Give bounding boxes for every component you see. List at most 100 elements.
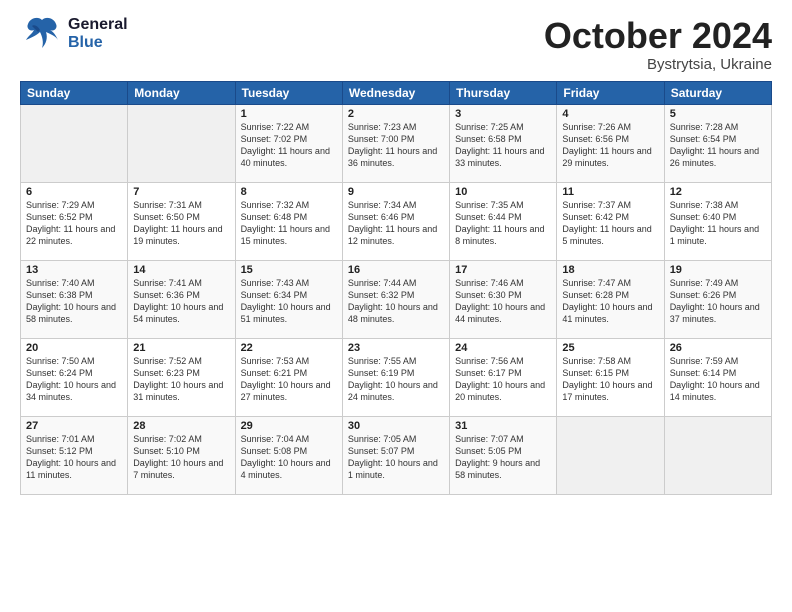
day-number: 6 [26, 186, 122, 198]
table-row: 28 Sunrise: 7:02 AMSunset: 5:10 PMDayligh… [128, 416, 235, 494]
col-tuesday: Tuesday [235, 81, 342, 104]
day-number: 29 [241, 420, 337, 432]
calendar-week-row: 13Sunrise: 7:40 AMSunset: 6:38 PMDayligh… [21, 260, 772, 338]
day-info: Sunrise: 7:05 AMSunset: 5:07 PMDaylight:… [348, 434, 438, 480]
table-row: 1 Sunrise: 7:22 AMSunset: 7:02 PMDaylight… [235, 104, 342, 182]
day-number: 25 [562, 342, 658, 354]
day-info: Sunrise: 7:38 AMSunset: 6:40 PMDaylight:… [670, 200, 759, 246]
day-number: 7 [133, 186, 229, 198]
calendar-week-row: 20Sunrise: 7:50 AMSunset: 6:24 PMDayligh… [21, 338, 772, 416]
day-info: Sunrise: 7:23 AMSunset: 7:00 PMDaylight:… [348, 122, 437, 168]
calendar-location: Bystrytsia, Ukraine [544, 56, 772, 73]
day-number: 13 [26, 264, 122, 276]
day-number: 3 [455, 108, 551, 120]
table-row: 16Sunrise: 7:44 AMSunset: 6:32 PMDayligh… [342, 260, 449, 338]
day-number: 8 [241, 186, 337, 198]
day-info: Sunrise: 7:02 AMSunset: 5:10 PMDaylight:… [133, 434, 223, 480]
day-info: Sunrise: 7:34 AMSunset: 6:46 PMDaylight:… [348, 200, 437, 246]
day-info: Sunrise: 7:37 AMSunset: 6:42 PMDaylight:… [562, 200, 651, 246]
day-info: Sunrise: 7:28 AMSunset: 6:54 PMDaylight:… [670, 122, 759, 168]
day-number: 22 [241, 342, 337, 354]
table-row: 5Sunrise: 7:28 AMSunset: 6:54 PMDaylight… [664, 104, 771, 182]
logo: General Blue [20, 16, 128, 52]
calendar-title: October 2024 [544, 16, 772, 56]
table-row: 27 Sunrise: 7:01 AMSunset: 5:12 PMDayligh… [21, 416, 128, 494]
day-number: 28 [133, 420, 229, 432]
logo-general: General [68, 16, 128, 34]
col-wednesday: Wednesday [342, 81, 449, 104]
table-row: 3Sunrise: 7:25 AMSunset: 6:58 PMDaylight… [450, 104, 557, 182]
day-info: Sunrise: 7:52 AMSunset: 6:23 PMDaylight:… [133, 356, 223, 402]
day-number: 14 [133, 264, 229, 276]
day-number: 1 [241, 108, 337, 120]
col-saturday: Saturday [664, 81, 771, 104]
col-friday: Friday [557, 81, 664, 104]
day-info: Sunrise: 7:47 AMSunset: 6:28 PMDaylight:… [562, 278, 652, 324]
day-info: Sunrise: 7:49 AMSunset: 6:26 PMDaylight:… [670, 278, 760, 324]
day-info: Sunrise: 7:58 AMSunset: 6:15 PMDaylight:… [562, 356, 652, 402]
day-info: Sunrise: 7:29 AMSunset: 6:52 PMDaylight:… [26, 200, 115, 246]
day-info: Sunrise: 7:43 AMSunset: 6:34 PMDaylight:… [241, 278, 331, 324]
day-info: Sunrise: 7:01 AMSunset: 5:12 PMDaylight:… [26, 434, 116, 480]
table-row: 19 Sunrise: 7:49 AMSunset: 6:26 PMDayligh… [664, 260, 771, 338]
table-row: 29 Sunrise: 7:04 AMSunset: 5:08 PMDayligh… [235, 416, 342, 494]
day-number: 21 [133, 342, 229, 354]
calendar-table: Sunday Monday Tuesday Wednesday Thursday… [20, 81, 772, 495]
table-row: 22 Sunrise: 7:53 AMSunset: 6:21 PMDayligh… [235, 338, 342, 416]
table-row: 6 Sunrise: 7:29 AMSunset: 6:52 PMDaylight… [21, 182, 128, 260]
day-number: 27 [26, 420, 122, 432]
col-sunday: Sunday [21, 81, 128, 104]
day-number: 18 [562, 264, 658, 276]
table-row: 12Sunrise: 7:38 AMSunset: 6:40 PMDayligh… [664, 182, 771, 260]
title-block: October 2024 Bystrytsia, Ukraine [544, 16, 772, 73]
day-info: Sunrise: 7:53 AMSunset: 6:21 PMDaylight:… [241, 356, 331, 402]
day-info: Sunrise: 7:46 AMSunset: 6:30 PMDaylight:… [455, 278, 545, 324]
day-info: Sunrise: 7:59 AMSunset: 6:14 PMDaylight:… [670, 356, 760, 402]
day-number: 17 [455, 264, 551, 276]
day-info: Sunrise: 7:07 AMSunset: 5:05 PMDaylight:… [455, 434, 540, 480]
page-header: General Blue October 2024 Bystrytsia, Uk… [20, 16, 772, 73]
table-row: 25 Sunrise: 7:58 AMSunset: 6:15 PMDayligh… [557, 338, 664, 416]
day-number: 4 [562, 108, 658, 120]
table-row: 13Sunrise: 7:40 AMSunset: 6:38 PMDayligh… [21, 260, 128, 338]
day-info: Sunrise: 7:26 AMSunset: 6:56 PMDaylight:… [562, 122, 651, 168]
table-row: 2 Sunrise: 7:23 AMSunset: 7:00 PMDaylight… [342, 104, 449, 182]
day-info: Sunrise: 7:55 AMSunset: 6:19 PMDaylight:… [348, 356, 438, 402]
day-info: Sunrise: 7:41 AMSunset: 6:36 PMDaylight:… [133, 278, 223, 324]
day-number: 31 [455, 420, 551, 432]
table-row: 23 Sunrise: 7:55 AMSunset: 6:19 PMDayligh… [342, 338, 449, 416]
table-row [664, 416, 771, 494]
table-row: 26 Sunrise: 7:59 AMSunset: 6:14 PMDayligh… [664, 338, 771, 416]
day-number: 10 [455, 186, 551, 198]
day-info: Sunrise: 7:04 AMSunset: 5:08 PMDaylight:… [241, 434, 331, 480]
table-row: 4 Sunrise: 7:26 AMSunset: 6:56 PMDaylight… [557, 104, 664, 182]
table-row: 11 Sunrise: 7:37 AMSunset: 6:42 PMDayligh… [557, 182, 664, 260]
day-info: Sunrise: 7:56 AMSunset: 6:17 PMDaylight:… [455, 356, 545, 402]
table-row: 15 Sunrise: 7:43 AMSunset: 6:34 PMDayligh… [235, 260, 342, 338]
table-row [21, 104, 128, 182]
table-row: 30 Sunrise: 7:05 AMSunset: 5:07 PMDayligh… [342, 416, 449, 494]
table-row: 21 Sunrise: 7:52 AMSunset: 6:23 PMDayligh… [128, 338, 235, 416]
day-number: 2 [348, 108, 444, 120]
day-number: 9 [348, 186, 444, 198]
day-info: Sunrise: 7:22 AMSunset: 7:02 PMDaylight:… [241, 122, 330, 168]
day-info: Sunrise: 7:35 AMSunset: 6:44 PMDaylight:… [455, 200, 544, 246]
calendar-week-row: 1 Sunrise: 7:22 AMSunset: 7:02 PMDaylight… [21, 104, 772, 182]
logo-text: General Blue [68, 16, 128, 51]
table-row [128, 104, 235, 182]
table-row: 17 Sunrise: 7:46 AMSunset: 6:30 PMDayligh… [450, 260, 557, 338]
table-row: 9 Sunrise: 7:34 AMSunset: 6:46 PMDaylight… [342, 182, 449, 260]
table-row: 31 Sunrise: 7:07 AMSunset: 5:05 PMDayligh… [450, 416, 557, 494]
day-info: Sunrise: 7:44 AMSunset: 6:32 PMDaylight:… [348, 278, 438, 324]
day-number: 19 [670, 264, 766, 276]
calendar-week-row: 6 Sunrise: 7:29 AMSunset: 6:52 PMDaylight… [21, 182, 772, 260]
day-number: 26 [670, 342, 766, 354]
day-number: 23 [348, 342, 444, 354]
table-row: 7Sunrise: 7:31 AMSunset: 6:50 PMDaylight… [128, 182, 235, 260]
day-number: 11 [562, 186, 658, 198]
table-row: 8Sunrise: 7:32 AMSunset: 6:48 PMDaylight… [235, 182, 342, 260]
logo-bird-icon [20, 16, 64, 52]
day-number: 30 [348, 420, 444, 432]
day-number: 15 [241, 264, 337, 276]
table-row [557, 416, 664, 494]
